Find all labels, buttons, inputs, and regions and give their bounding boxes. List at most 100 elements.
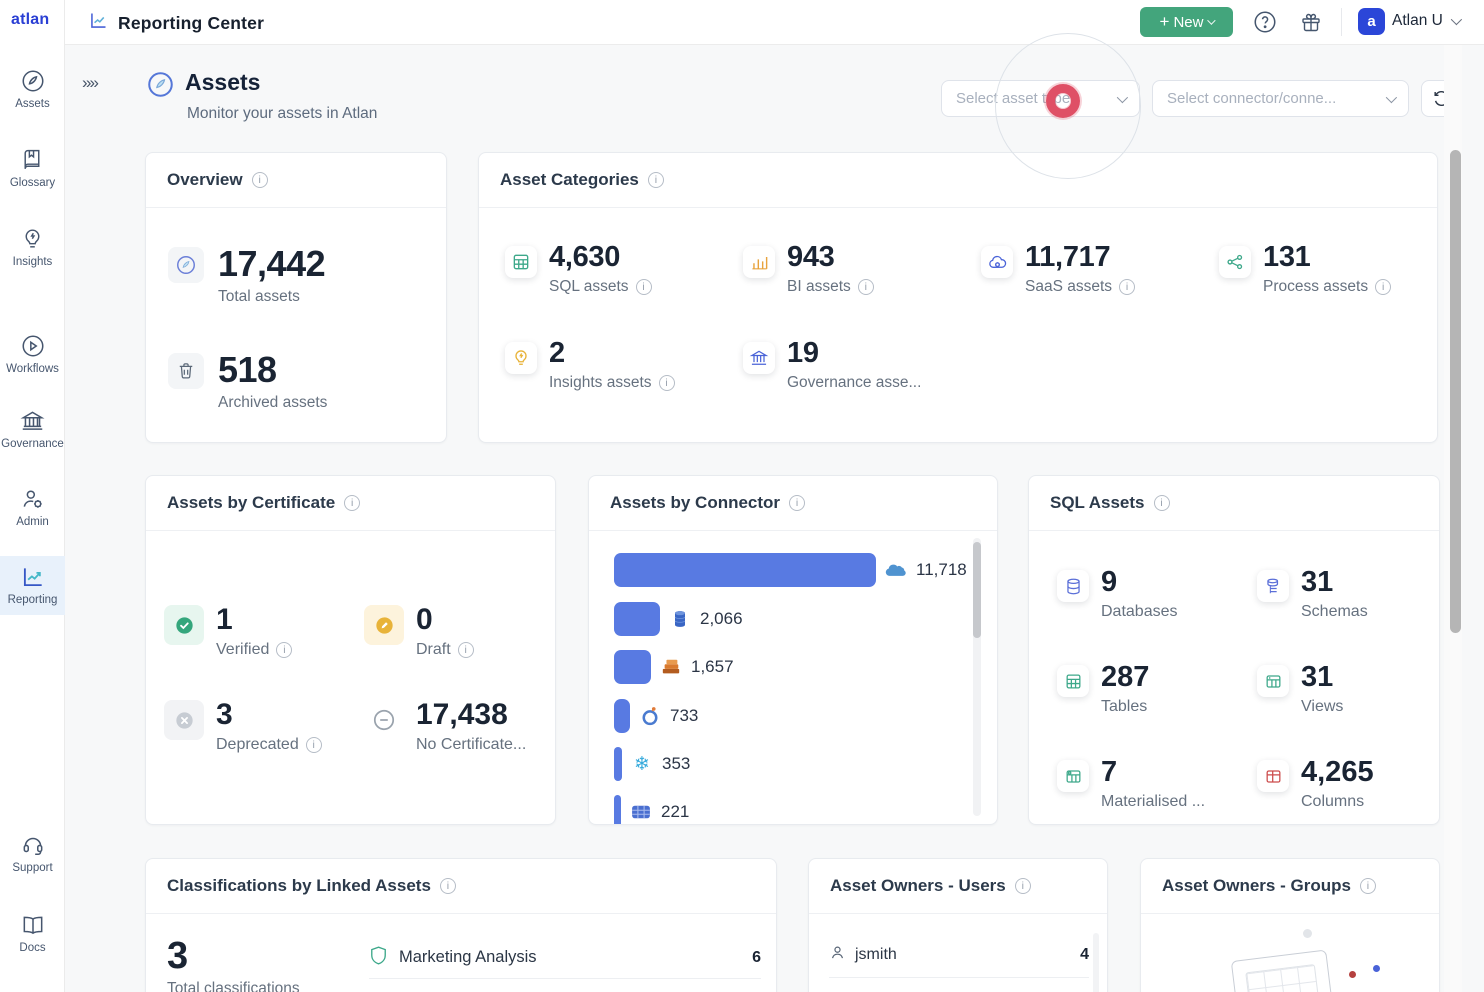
plus-icon: + (1160, 12, 1170, 32)
asset-categories-card: Asset Categories i 4,630 SQL assetsi 943 (478, 152, 1438, 443)
user-menu[interactable]: Atlan U (1392, 12, 1459, 30)
bar-row[interactable]: 221 (614, 795, 689, 825)
chevron-down-icon (1451, 14, 1462, 25)
sidebar-item-label: Governance (0, 438, 65, 450)
bar (614, 795, 621, 825)
bi-assets-value: 943 (787, 241, 874, 274)
new-button[interactable]: +New (1140, 7, 1233, 37)
info-icon[interactable]: i (1154, 495, 1170, 511)
classification-name: Marketing Analysis (399, 948, 741, 967)
card-title: Asset Owners - Groups (1162, 876, 1351, 896)
classification-list-item[interactable]: Marketing Analysis 6 (369, 937, 761, 979)
no-certificate-value: 17,438 (416, 698, 526, 732)
card-title: Classifications by Linked Assets (167, 876, 431, 896)
classification-count: 6 (752, 949, 761, 967)
cloud-connector-icon (885, 559, 907, 581)
nodes-icon (1219, 246, 1251, 278)
compass-icon (168, 247, 204, 283)
saas-assets-value: 11,717 (1025, 241, 1135, 274)
info-icon[interactable]: i (659, 375, 675, 391)
governance-assets-value: 19 (787, 337, 921, 370)
info-icon[interactable]: i (306, 737, 322, 753)
sql-assets-card: SQL Assets i 9 Databases 31 Schemas (1028, 475, 1440, 825)
schema-icon (1257, 570, 1289, 602)
sidebar-item-governance[interactable]: Governance (0, 408, 65, 450)
verified-badge-icon (164, 605, 204, 645)
main-content: »» Assets Monitor your assets in Atlan S… (65, 45, 1484, 992)
user-count: 4 (1080, 946, 1089, 964)
classifications-card: Classifications by Linked Assets i 3 Tot… (145, 858, 777, 992)
bar-row[interactable]: 733 (614, 699, 698, 733)
bar-row[interactable]: 2,066 (614, 602, 743, 636)
list-scrollbar-track[interactable] (1093, 933, 1099, 992)
archived-assets-label: Archived assets (218, 394, 327, 412)
info-icon[interactable]: i (648, 172, 664, 188)
info-icon[interactable]: i (1015, 878, 1031, 894)
connector-select[interactable]: Select connector/conne... (1152, 80, 1409, 117)
column-icon (1257, 760, 1289, 792)
saas-assets-label: SaaS assetsi (1025, 278, 1135, 296)
bar-value: 1,657 (691, 657, 734, 677)
page-scrollbar-thumb[interactable] (1450, 150, 1461, 633)
bar-value: 353 (662, 754, 690, 774)
info-icon[interactable]: i (458, 642, 474, 658)
user-list-item[interactable]: jsmith 4 (829, 933, 1089, 978)
page-title: Assets (185, 69, 260, 96)
sidebar-item-support[interactable]: Support (0, 832, 65, 874)
bar-row[interactable]: 1,657 (614, 650, 734, 684)
topbar-divider (1341, 8, 1342, 36)
info-icon[interactable]: i (636, 279, 652, 295)
info-icon[interactable]: i (1360, 878, 1376, 894)
info-icon[interactable]: i (344, 495, 360, 511)
schemas-label: Schemas (1301, 603, 1368, 621)
info-icon[interactable]: i (1119, 279, 1135, 295)
deprecated-label: Deprecatedi (216, 736, 322, 754)
connector-bar-chart: 11,718 2,066 1,657 (589, 532, 985, 825)
trash-icon (168, 353, 204, 389)
line-chart-icon (88, 10, 109, 36)
info-icon[interactable]: i (789, 495, 805, 511)
user-name-text: jsmith (855, 946, 1071, 964)
process-assets-value: 131 (1263, 241, 1391, 274)
sidebar-item-assets[interactable]: Assets (0, 68, 65, 110)
sidebar-item-docs[interactable]: Docs (0, 912, 65, 954)
overview-card: Overview i 17,442 Total assets 518 Arch (145, 152, 447, 443)
info-icon[interactable]: i (276, 642, 292, 658)
bar-value: 733 (670, 706, 698, 726)
info-icon[interactable]: i (1375, 279, 1391, 295)
line-chart-icon (0, 564, 65, 590)
gift-icon[interactable] (1297, 8, 1325, 36)
asset-type-select[interactable]: Select asset type (941, 80, 1140, 117)
info-icon[interactable]: i (858, 279, 874, 295)
sidebar-item-insights[interactable]: Insights (0, 226, 65, 268)
stack-connector-icon (660, 656, 682, 678)
person-icon (829, 944, 846, 966)
bar (614, 747, 622, 781)
materialised-views-value: 7 (1101, 756, 1205, 789)
tables-value: 287 (1101, 661, 1149, 694)
draft-badge-icon (364, 605, 404, 645)
sidebar-item-label: Docs (0, 942, 65, 954)
bar-row[interactable]: 11,718 (614, 553, 967, 587)
shield-icon (369, 945, 388, 971)
process-assets-label: Process assetsi (1263, 278, 1391, 296)
insights-assets-label: Insights assetsi (549, 374, 675, 392)
sidebar-item-admin[interactable]: Admin (0, 486, 65, 528)
expand-sidebar-icon[interactable]: »» (82, 73, 97, 93)
bar-row[interactable]: ❄ 353 (614, 747, 690, 781)
atlan-logo[interactable]: atlan (11, 11, 49, 29)
insights-assets-value: 2 (549, 337, 675, 370)
help-icon[interactable] (1251, 8, 1279, 36)
sidebar-item-reporting[interactable]: Reporting (0, 556, 65, 615)
atlan-avatar[interactable]: a (1358, 8, 1385, 35)
info-icon[interactable]: i (440, 878, 456, 894)
sidebar-item-workflows[interactable]: Workflows (0, 333, 65, 375)
deprecated-value: 3 (216, 698, 322, 732)
databases-label: Databases (1101, 603, 1178, 621)
chart-scrollbar-thumb[interactable] (973, 542, 981, 638)
sidebar-item-glossary[interactable]: Glossary (0, 147, 65, 189)
info-icon[interactable]: i (252, 172, 268, 188)
total-assets-label: Total assets (218, 288, 325, 306)
materialised-view-icon (1057, 760, 1089, 792)
sidebar-item-label: Assets (0, 98, 65, 110)
